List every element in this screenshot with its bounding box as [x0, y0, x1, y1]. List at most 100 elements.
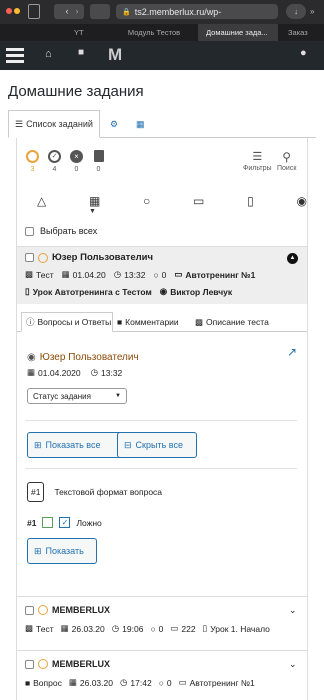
- select-all-row: Выбрать всех: [25, 226, 97, 236]
- chevron-down-icon[interactable]: ▼: [89, 208, 96, 215]
- tab-homework[interactable]: Домашние зада...: [198, 24, 278, 41]
- tab-label: Список заданий: [26, 119, 93, 129]
- select-all-label: Выбрать всех: [40, 226, 98, 236]
- home-icon[interactable]: ⌂: [45, 48, 52, 60]
- status-approved[interactable]: ✓ 4: [47, 150, 62, 173]
- task-date: ▦ 01.04.20: [62, 269, 106, 280]
- user-circle-icon: ◉: [159, 286, 168, 296]
- answer-text: Ложно: [76, 517, 102, 528]
- tab-yt[interactable]: YT: [0, 24, 110, 41]
- detail-user-label: Юзер Пользователич: [39, 352, 139, 363]
- status-count: 4: [52, 166, 57, 173]
- detail-user[interactable]: ◉ Юзер Пользователич: [27, 352, 139, 363]
- button-label: Скрыть все: [135, 440, 183, 450]
- task-author: ◉ Виктор Левчук: [160, 286, 232, 297]
- comment-icon[interactable]: ■: [78, 47, 84, 58]
- collapse-icon[interactable]: ▲: [287, 253, 298, 264]
- detail-datetime: ▦ 01.04.2020 ◷ 13:32: [27, 367, 122, 378]
- memberlux-logo-icon[interactable]: M: [108, 45, 122, 65]
- external-link-icon[interactable]: ↗: [287, 345, 297, 359]
- task-type: ▩ Тест: [25, 623, 54, 634]
- answer-number: #1: [27, 517, 37, 528]
- forward-button[interactable]: ›: [70, 4, 84, 19]
- task-comments: ○ 0: [159, 678, 172, 688]
- task-item[interactable]: MEMBERLUX ⌄ ▩ Тест ▦ 26.03.20 ◷ 19:06 ○ 0 ▭ 2…: [17, 596, 307, 642]
- tab-comments[interactable]: ■ Комментарии: [117, 312, 179, 332]
- task-user: MEMBERLUX: [52, 659, 110, 669]
- status-count: 3: [30, 166, 35, 173]
- item-checkbox[interactable]: [25, 659, 34, 669]
- calendar-icon: ▦: [61, 269, 70, 279]
- task-title-row: MEMBERLUX: [25, 605, 110, 615]
- tab-description[interactable]: ▩ Описание теста: [195, 312, 269, 332]
- task-meta-row: ■ Вопрос ▦ 26.03.20 ◷ 17:42 ○ 0 ▭ Автотренинг…: [25, 677, 255, 688]
- user-icon[interactable]: ●: [300, 47, 307, 59]
- calendar-icon[interactable]: ▦: [89, 194, 100, 208]
- window-controls: [6, 8, 26, 14]
- more-icon[interactable]: »: [310, 7, 314, 16]
- window-icon: ▩: [25, 269, 34, 279]
- filters-button[interactable]: ☰ Фильтры: [243, 150, 272, 172]
- chevron-down-icon: ▼: [115, 393, 121, 399]
- tab-task-list[interactable]: ☰ Список заданий: [8, 110, 100, 138]
- select-all-checkbox[interactable]: [25, 226, 34, 236]
- task-comments-count: 0: [158, 623, 164, 634]
- item-checkbox[interactable]: [25, 605, 34, 615]
- sidebar-icon[interactable]: [28, 4, 40, 19]
- task-title-row: Юзер Пользователич: [25, 252, 153, 263]
- tab-label: Описание теста: [206, 317, 269, 327]
- show-all-button[interactable]: ⊞ Показать все: [27, 432, 127, 458]
- tab-settings[interactable]: ⚙: [110, 110, 118, 138]
- status-rejected[interactable]: × 0: [69, 150, 84, 173]
- comment-icon: ○: [153, 269, 159, 280]
- file-icon[interactable]: ▯: [247, 194, 254, 208]
- task-user: Юзер Пользователич: [52, 252, 154, 263]
- sidebar-toggle-button[interactable]: [90, 4, 110, 19]
- user-circle-icon: ◉: [27, 352, 36, 363]
- tab-module[interactable]: Модуль Тестов: [110, 24, 198, 41]
- chart-icon: ▦: [136, 118, 145, 129]
- task-time: ◷ 13:32: [114, 269, 146, 280]
- plus-square-icon: ⊞: [34, 545, 42, 556]
- clock-icon: [38, 659, 48, 669]
- clock-icon: ◷: [90, 367, 98, 377]
- user-circle-icon[interactable]: ◉: [296, 194, 306, 208]
- tab-questions-answers[interactable]: ⓘ Вопросы и Ответы: [21, 312, 113, 332]
- folder-icon[interactable]: ▭: [193, 194, 204, 208]
- status-deleted[interactable]: 0: [91, 150, 106, 173]
- page-title: Домашние задания: [8, 83, 144, 100]
- clock-icon: ◷: [119, 677, 128, 687]
- task-type: ■ Вопрос: [25, 678, 62, 688]
- show-answer-button[interactable]: ⊞ Показать: [27, 538, 97, 564]
- item-checkbox[interactable]: [25, 253, 34, 262]
- address-bar[interactable]: 🔒 ts2.memberlux.ru/wp-: [116, 4, 278, 19]
- chevron-down-icon[interactable]: ⌄: [289, 659, 297, 670]
- search-button[interactable]: ⚲ Поиск: [277, 150, 296, 172]
- menu-icon[interactable]: [6, 48, 24, 63]
- detail-date-label: 01.04.2020: [38, 367, 81, 378]
- check-icon: ✓: [59, 517, 71, 528]
- clock-icon: [26, 150, 39, 163]
- clock-icon: [38, 605, 48, 615]
- x-circle-icon: ×: [70, 150, 83, 163]
- comment-icon[interactable]: ○: [143, 194, 150, 208]
- clock-icon: [38, 252, 48, 263]
- folder-icon: ▭: [178, 677, 187, 687]
- flask-icon[interactable]: △: [37, 194, 46, 208]
- chevron-down-icon[interactable]: ⌄: [289, 605, 297, 616]
- task-time-label: 13:32: [124, 269, 146, 280]
- hide-all-button[interactable]: ⊟ Скрыть все: [117, 432, 197, 458]
- task-item-header[interactable]: Юзер Пользователич ▲ ▩ Тест ▦ 01.04.20 ◷ 13…: [17, 246, 307, 304]
- status-pending[interactable]: 3: [25, 150, 40, 173]
- download-button[interactable]: ↓: [286, 4, 306, 19]
- tab-order[interactable]: Заказ: [280, 24, 324, 41]
- task-item[interactable]: MEMBERLUX ⌄ ■ Вопрос ▦ 26.03.20 ◷ 17:42 ○ 0 …: [17, 650, 307, 700]
- type-filters: △ ▦ ○ ▭ ▯ ◉: [37, 194, 307, 208]
- list-icon: ☰: [15, 118, 24, 129]
- question-text: Текстовой формат вопроса: [54, 487, 163, 497]
- detail-tabs: ⓘ Вопросы и Ответы ■ Комментарии ▩ Описание…: [17, 312, 307, 332]
- divider: [25, 420, 297, 421]
- tab-stats[interactable]: ▦: [136, 110, 145, 138]
- tab-label: Заказ: [288, 28, 308, 37]
- status-select[interactable]: Статус задания ▼: [27, 388, 127, 404]
